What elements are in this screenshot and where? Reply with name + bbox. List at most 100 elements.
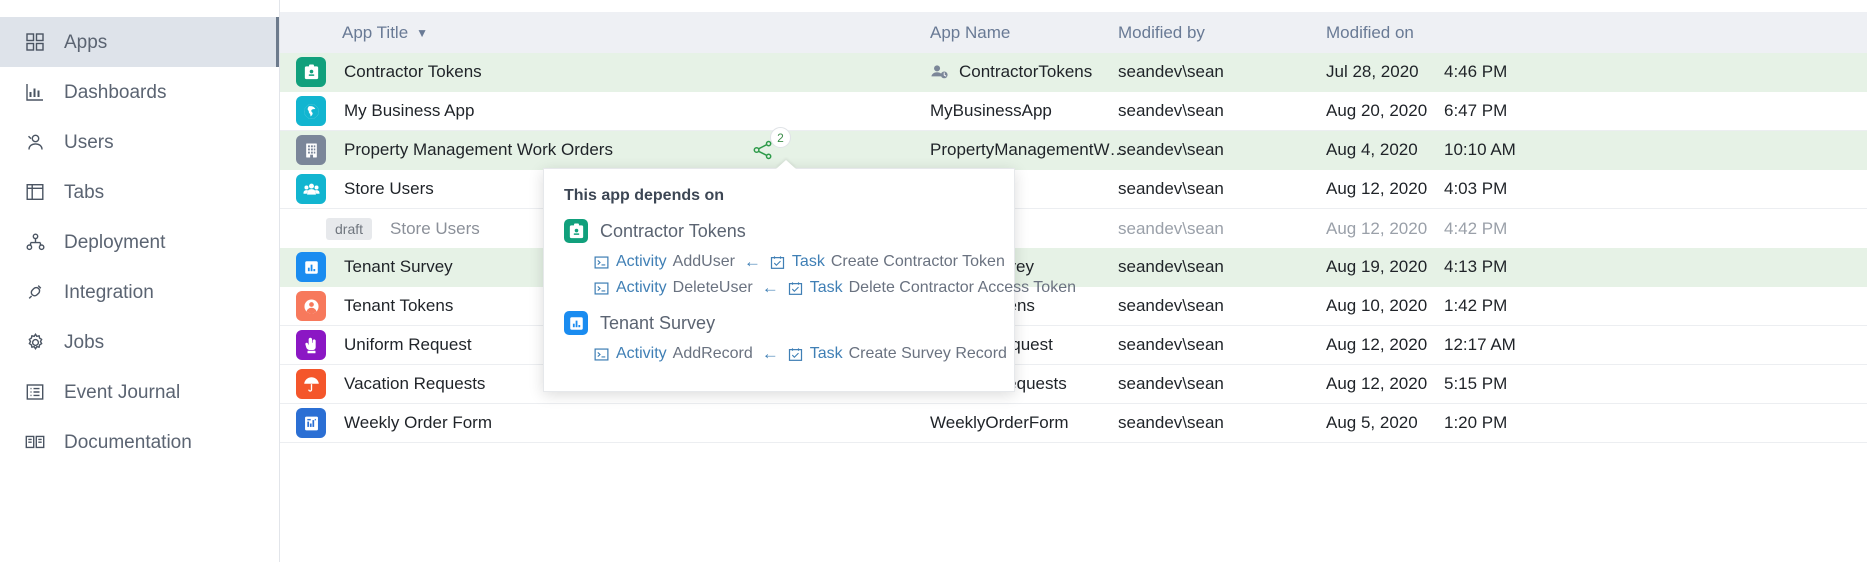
table-row[interactable]: Property Management Work Orders2Property… — [280, 131, 1867, 170]
dependency-count-badge: 2 — [770, 127, 791, 148]
cell-modified-on-date: Aug 5, 2020 — [1326, 413, 1444, 433]
sidebar-item-deployment[interactable]: Deployment — [0, 217, 279, 267]
task-keyword: Task — [810, 345, 843, 363]
column-label-app-title: App Title — [342, 23, 408, 43]
cell-modified-by: seandev\sean — [1118, 62, 1326, 82]
cell-app-title[interactable]: Contractor Tokens — [280, 57, 930, 87]
cell-app-name: MyBusinessApp — [930, 101, 1118, 121]
app-title-text: Property Management Work Orders — [344, 140, 613, 160]
app-title-text: Weekly Order Form — [344, 413, 492, 433]
cell-modified-by: seandev\sean — [1118, 219, 1326, 239]
table-row[interactable]: Contractor Tokens ContractorTokens seandev… — [280, 53, 1867, 92]
main-content: App Title ▼ App Name Modified by Modifie… — [280, 0, 1867, 562]
activity-keyword: Activity — [616, 279, 667, 297]
cell-modified-on-date: Aug 4, 2020 — [1326, 140, 1444, 160]
book-icon — [22, 430, 48, 454]
cell-modified-on-date: Aug 12, 2020 — [1326, 219, 1444, 239]
sidebar-item-tabs[interactable]: Tabs — [0, 167, 279, 217]
app-name-text: ContractorTokens — [959, 62, 1092, 82]
sidebar-item-label: Dashboards — [64, 83, 166, 102]
column-header-app-name[interactable]: App Name — [930, 23, 1118, 43]
sidebar-item-label: Tabs — [64, 183, 104, 202]
cell-app-title[interactable]: My Business App — [280, 96, 930, 126]
sidebar-item-integration[interactable]: Integration — [0, 267, 279, 317]
popover-groups: Contractor TokensActivityAddUser←TaskCre… — [544, 219, 1014, 367]
sidebar-item-label: Apps — [64, 33, 107, 52]
app-name-text: WeeklyOrderForm — [930, 413, 1069, 433]
cell-modified-on-time: 6:47 PM — [1444, 101, 1507, 121]
cell-modified-on-time: 4:03 PM — [1444, 179, 1507, 199]
popover-app-name: Contractor Tokens — [600, 221, 746, 242]
app-title-text: Contractor Tokens — [344, 62, 482, 82]
cell-modified-on-date: Jul 28, 2020 — [1326, 62, 1444, 82]
table-header: App Title ▼ App Name Modified by Modifie… — [280, 12, 1867, 53]
column-header-modified-on[interactable]: Modified on — [1326, 23, 1867, 43]
cell-modified-by: seandev\sean — [1118, 257, 1326, 277]
badge-id-icon — [564, 219, 588, 243]
task-name: Create Contractor Token — [831, 253, 1005, 271]
cell-app-title[interactable]: Property Management Work Orders 2 — [280, 135, 930, 165]
sidebar-item-apps[interactable]: Apps — [0, 17, 279, 67]
table-row[interactable]: My Business AppMyBusinessAppseandev\sean… — [280, 92, 1867, 131]
person-circle-icon — [296, 291, 326, 321]
table-row[interactable]: draftStore UsersStoreUsersseandev\seanAu… — [280, 209, 1867, 248]
sidebar-item-event-journal[interactable]: Event Journal — [0, 367, 279, 417]
glove-icon — [296, 330, 326, 360]
table-row[interactable]: Weekly Order FormWeeklyOrderFormseandev\… — [280, 404, 1867, 443]
grid-icon — [22, 30, 48, 54]
badge-id-icon — [296, 57, 326, 87]
table-row[interactable]: Store UsersStoreUsersseandev\seanAug 12,… — [280, 170, 1867, 209]
sidebar-item-documentation[interactable]: Documentation — [0, 417, 279, 467]
plug-icon — [22, 280, 48, 304]
sidebar-item-label: Documentation — [64, 433, 192, 452]
activity-name: AddRecord — [673, 345, 753, 363]
sidebar-item-users[interactable]: Users — [0, 117, 279, 167]
cell-modified-on-date: Aug 10, 2020 — [1326, 296, 1444, 316]
arrow-left-icon: ← — [762, 278, 779, 298]
form-chart-icon — [296, 408, 326, 438]
table-row[interactable]: Vacation RequestsVacationRequestsseandev… — [280, 365, 1867, 404]
umbrella-icon — [296, 369, 326, 399]
share-dependency-button[interactable]: 2 — [752, 139, 774, 161]
table-row[interactable]: Uniform RequestUniformRequestseandev\sea… — [280, 326, 1867, 365]
cell-modified-on-time: 4:13 PM — [1444, 257, 1507, 277]
cell-modified-on-date: Aug 20, 2020 — [1326, 101, 1444, 121]
status-badge: draft — [326, 218, 372, 240]
popover-dependency-row: ActivityDeleteUser←TaskDelete Contractor… — [544, 275, 1014, 301]
sidebar-item-label: Users — [64, 133, 114, 152]
bar-chart-icon — [22, 80, 48, 104]
sort-descending-icon[interactable]: ▼ — [416, 26, 428, 40]
activity-name: DeleteUser — [673, 279, 753, 297]
arrow-left-icon: ← — [762, 344, 779, 364]
cell-modified-by: seandev\sean — [1118, 296, 1326, 316]
cell-app-name: ContractorTokens — [930, 62, 1118, 82]
app-title-text: Tenant Tokens — [344, 296, 453, 316]
sidebar: Apps Dashboards Users Tabs Deployment Integra… — [0, 0, 280, 562]
app-name-text: PropertyManagementW… — [930, 140, 1127, 160]
sidebar-item-label: Deployment — [64, 233, 165, 252]
popover-app-header: Contractor Tokens — [544, 219, 1014, 243]
cell-modified-on-time: 5:15 PM — [1444, 374, 1507, 394]
sidebar-item-jobs[interactable]: Jobs — [0, 317, 279, 367]
chart-app-icon — [296, 252, 326, 282]
app-title-text: Uniform Request — [344, 335, 472, 355]
gear-icon — [22, 330, 48, 354]
cell-modified-on-time: 1:42 PM — [1444, 296, 1507, 316]
task-keyword: Task — [810, 279, 843, 297]
journal-icon — [22, 380, 48, 404]
users-icon — [22, 130, 48, 154]
sidebar-item-dashboards[interactable]: Dashboards — [0, 67, 279, 117]
cell-modified-on-time: 10:10 AM — [1444, 140, 1516, 160]
group-users-icon — [296, 174, 326, 204]
cell-modified-on-time: 4:42 PM — [1444, 219, 1507, 239]
chart-app-icon — [564, 311, 588, 335]
column-header-app-title[interactable]: App Title ▼ — [280, 23, 930, 43]
cell-app-title[interactable]: Weekly Order Form — [280, 408, 930, 438]
cell-modified-on-time: 1:20 PM — [1444, 413, 1507, 433]
app-title-text: Vacation Requests — [344, 374, 485, 394]
arrow-left-icon: ← — [744, 252, 761, 272]
activity-keyword: Activity — [616, 345, 667, 363]
column-header-modified-by[interactable]: Modified by — [1118, 23, 1326, 43]
task-name: Create Survey Record — [849, 345, 1007, 363]
cell-modified-by: seandev\sean — [1118, 335, 1326, 355]
